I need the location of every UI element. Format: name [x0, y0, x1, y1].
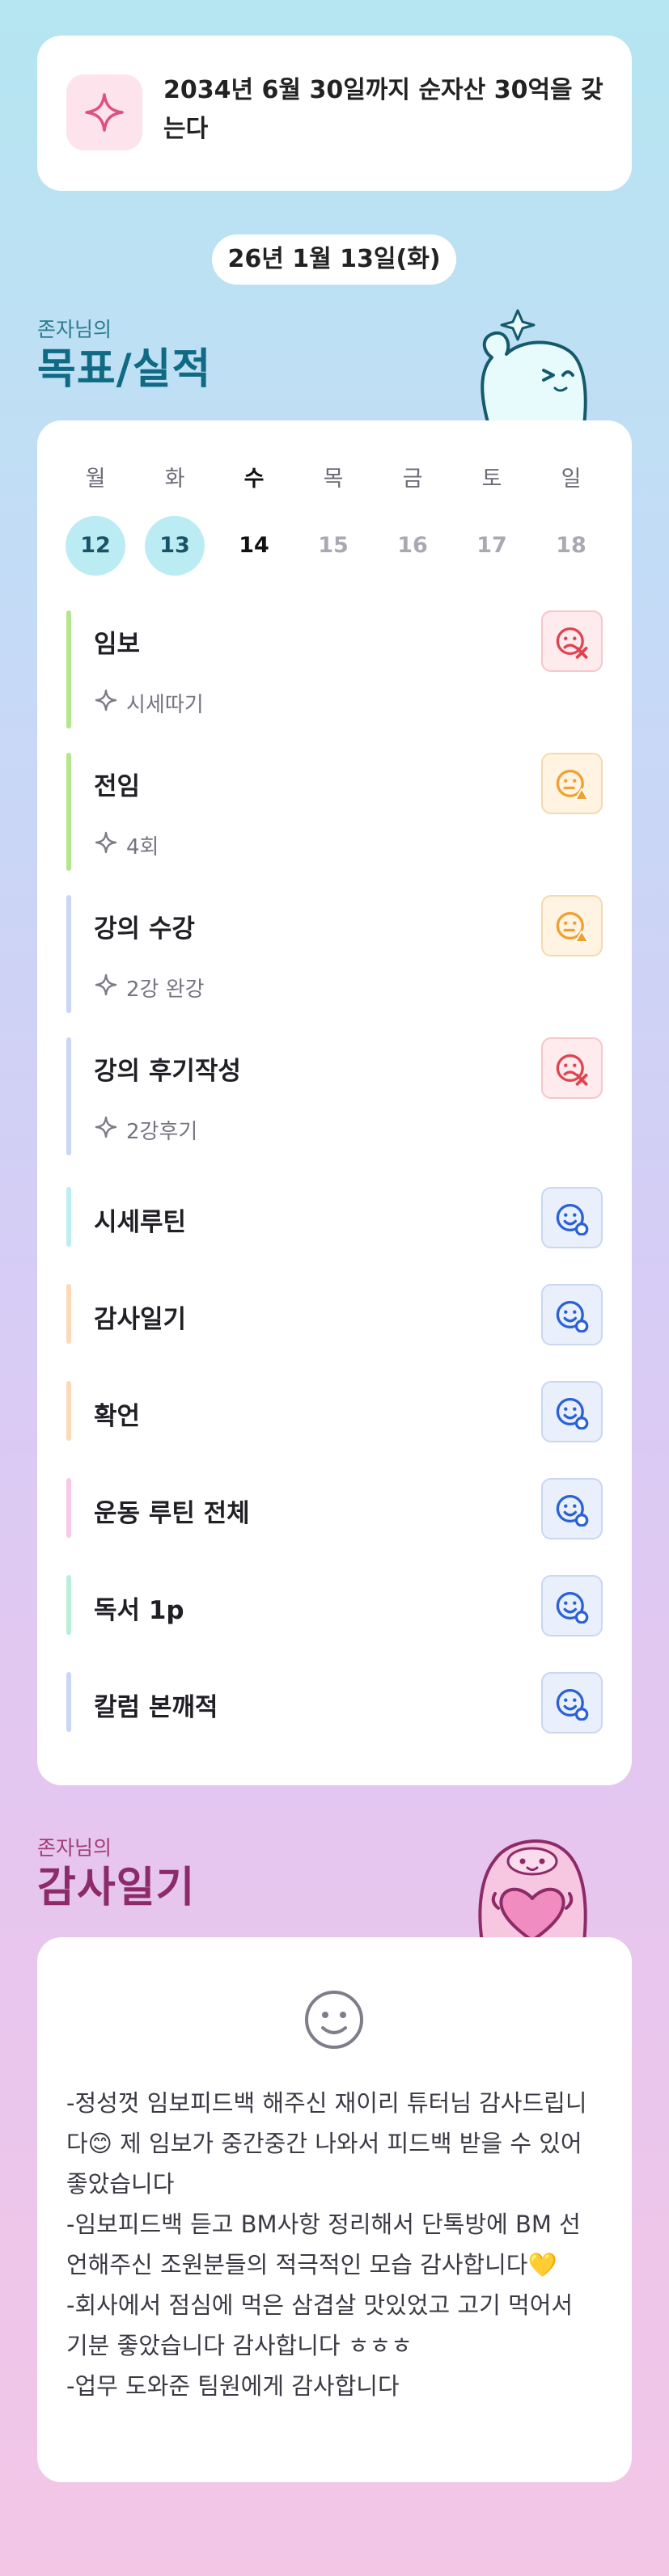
day-date-15[interactable]: 15 [303, 516, 363, 576]
day-date-16[interactable]: 16 [383, 516, 442, 576]
gratitude-text: -정성껏 임보피드백 해주신 재이리 튜터님 감사드립니다😊 제 임보가 중간중… [66, 2089, 587, 2400]
task-title: 운동 루틴 전체 [94, 1499, 250, 1528]
goal-card[interactable]: 2034년 6월 30일까지 순자산 30억을 갖는다 [37, 36, 632, 191]
status-good-icon[interactable] [541, 1672, 603, 1734]
status-mid-icon[interactable] [541, 753, 603, 814]
task-color-bar [66, 1284, 71, 1344]
date-pill[interactable]: 26년 1월 13일(화) [212, 234, 456, 285]
status-mid-icon[interactable] [541, 895, 603, 956]
day-date-13[interactable]: 13 [145, 516, 205, 576]
status-good-icon[interactable] [541, 1575, 603, 1636]
task-title: 확언 [94, 1402, 141, 1431]
sparkle-icon [66, 74, 142, 150]
task-title: 시세루틴 [94, 1208, 187, 1237]
task-detail-row: 2강 완강 [94, 973, 205, 1003]
task-detail: 시세따기 [126, 693, 204, 717]
sparkle-outline-icon [94, 1115, 118, 1145]
weekday-label: 토 [481, 467, 502, 492]
task-title: 강의 후기작성 [94, 1057, 241, 1086]
weekday-label: 월 [85, 467, 106, 492]
task-row[interactable]: 시세루틴 [66, 1187, 603, 1248]
task-detail-row: 4회 [94, 830, 159, 860]
status-bad-icon[interactable] [541, 610, 603, 672]
goals-card: 월 12 화 13 수 14 목 15 금 16 토 17 일 18 임보시세따기전임 4회강의 수강 2강 … [37, 420, 632, 1785]
gratitude-section-title: 감사일기 [37, 1864, 196, 1912]
status-good-icon[interactable] [541, 1187, 603, 1248]
task-color-bar [66, 1381, 71, 1441]
task-color-bar [66, 753, 71, 871]
goal-text: 2034년 6월 30일까지 순자산 30억을 갖는다 [163, 76, 603, 143]
sparkle-outline-icon [94, 688, 118, 718]
day-date-12[interactable]: 12 [66, 516, 125, 576]
task-row[interactable]: 독서 1p [66, 1575, 603, 1636]
day-date-17[interactable]: 17 [462, 516, 522, 576]
task-row[interactable]: 운동 루틴 전체 [66, 1478, 603, 1539]
task-color-bar [66, 895, 71, 1013]
weekday-label: 화 [164, 467, 185, 492]
smile-icon [305, 1991, 363, 2049]
weekday-label: 금 [402, 467, 423, 492]
status-bad-icon[interactable] [541, 1037, 603, 1099]
task-detail: 4회 [126, 835, 159, 859]
task-title: 전임 [94, 772, 141, 801]
task-detail: 2강 완강 [126, 978, 205, 1002]
task-color-bar [66, 1672, 71, 1732]
day-date-18[interactable]: 18 [541, 516, 601, 576]
task-color-bar [66, 610, 71, 728]
task-detail-row: 2강후기 [94, 1115, 197, 1145]
task-row[interactable]: 칼럼 본깨적 [66, 1672, 603, 1734]
goals-section-title: 목표/실적 [37, 345, 212, 394]
task-row[interactable]: 강의 수강 2강 완강 [66, 895, 603, 1013]
weekday-label: 목 [323, 467, 344, 492]
task-detail: 2강후기 [126, 1120, 198, 1144]
task-row[interactable]: 전임 4회 [66, 753, 603, 871]
task-color-bar [66, 1037, 71, 1155]
task-title: 칼럼 본깨적 [94, 1693, 218, 1722]
gratitude-card[interactable]: -정성껏 임보피드백 해주신 재이리 튜터님 감사드립니다😊 제 임보가 중간중… [37, 1937, 632, 2482]
mascot-heart-icon [478, 1839, 587, 1942]
status-good-icon[interactable] [541, 1478, 603, 1539]
task-row[interactable]: 감사일기 [66, 1284, 603, 1345]
task-title: 임보 [94, 630, 141, 659]
task-row[interactable]: 강의 후기작성 2강후기 [66, 1037, 603, 1155]
weekday-label: 일 [561, 467, 582, 492]
day-date-14[interactable]: 14 [224, 516, 284, 576]
sparkle-outline-icon [94, 973, 118, 1003]
status-good-icon[interactable] [541, 1381, 603, 1442]
task-color-bar [66, 1478, 71, 1538]
task-title: 독서 1p [94, 1596, 184, 1625]
task-row[interactable]: 임보시세따기 [66, 610, 603, 728]
task-row[interactable]: 확언 [66, 1381, 603, 1442]
sparkle-outline-icon [94, 830, 118, 860]
status-good-icon[interactable] [541, 1284, 603, 1345]
task-color-bar [66, 1575, 71, 1635]
task-title: 감사일기 [94, 1305, 187, 1334]
task-color-bar [66, 1187, 71, 1247]
weekday-label: 수 [243, 467, 265, 492]
task-title: 강의 수강 [94, 914, 195, 944]
task-detail-row: 시세따기 [94, 688, 204, 718]
mascot-winking-icon [481, 309, 587, 425]
